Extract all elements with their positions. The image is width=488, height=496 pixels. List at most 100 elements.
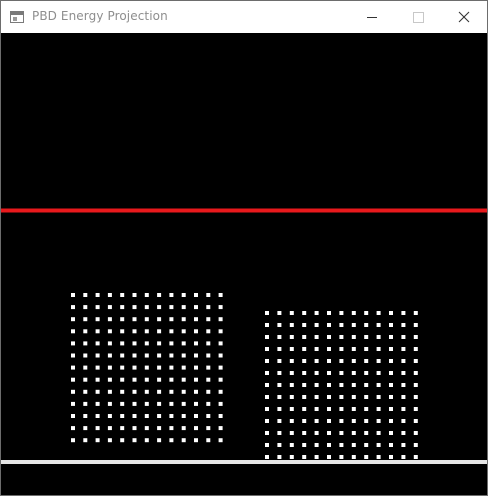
particle [339,347,344,351]
particle [289,419,294,423]
particle [218,305,223,310]
particle [107,341,112,346]
particle [413,455,418,459]
particle [314,311,319,315]
particle [389,395,393,399]
particle [95,426,100,431]
particle [376,359,381,363]
particle [218,377,223,382]
particle [218,329,223,334]
simulation-viewport[interactable] [1,33,487,495]
particle [132,317,137,322]
particle [218,353,223,358]
particle [265,335,269,339]
particle [157,293,162,297]
particle [144,401,149,406]
particle [83,293,88,297]
particle [181,438,186,443]
particle [265,383,269,387]
particle [218,438,223,443]
particle [169,401,174,406]
close-button[interactable] [441,1,487,33]
particle [401,359,406,363]
particle [289,311,294,315]
particle [364,359,369,363]
particle [71,401,75,406]
particle [401,323,406,327]
particle [277,323,282,327]
particle [376,419,381,423]
particle [83,438,88,443]
particle [376,335,381,339]
particle [107,438,112,443]
particle [339,443,344,447]
particle [169,317,174,322]
particle [95,353,100,358]
particle [339,383,344,387]
particle [132,365,137,370]
particle [351,347,356,351]
particle [157,401,162,406]
particle [265,371,269,375]
particle [364,443,369,447]
particle [401,443,406,447]
particle [277,335,282,339]
particle [194,389,198,394]
particle [376,371,381,375]
particle [277,419,282,423]
particle [389,419,393,423]
particle [376,395,381,399]
particle [327,323,331,327]
particle [339,311,344,315]
particle [120,426,125,431]
particle [157,438,162,443]
particle [401,347,406,351]
particle [351,371,356,375]
particle [144,414,149,418]
particle [314,443,319,447]
particle [95,401,100,406]
particle [83,389,88,394]
particle [265,443,269,447]
particle [194,341,198,346]
particle [289,455,294,459]
particle [389,359,393,363]
particle [413,431,418,435]
particle [71,341,75,346]
particle [314,419,319,423]
particle [181,389,186,394]
particle [289,335,294,339]
particle [144,438,149,443]
minimize-button[interactable] [349,1,395,33]
particle [289,347,294,351]
title-bar[interactable]: PBD Energy Projection [1,1,487,33]
particle [206,353,211,358]
particle [95,389,100,394]
particle [364,347,369,351]
particle [277,455,282,459]
particle [71,377,75,382]
particle [277,443,282,447]
particle [339,323,344,327]
particle [71,426,75,431]
particle [194,414,198,418]
particle [351,455,356,459]
particle [206,317,211,322]
particle [314,455,319,459]
particle [401,383,406,387]
particle [120,305,125,310]
particle [364,431,369,435]
particle [218,365,223,370]
particle [83,317,88,322]
particle [206,305,211,310]
particle [71,365,75,370]
particle [351,419,356,423]
particle [181,305,186,310]
particle [302,347,307,351]
app-window: PBD Energy Projection [0,0,488,496]
particle [95,377,100,382]
particle [194,353,198,358]
particle [339,395,344,399]
particle [194,329,198,334]
maximize-button[interactable] [395,1,441,33]
